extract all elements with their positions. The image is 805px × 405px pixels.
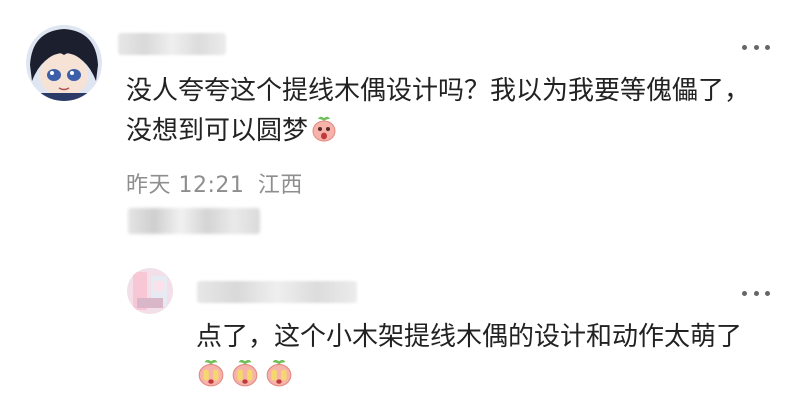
- reply-emoji-row: [196, 358, 294, 388]
- peach-crying-emoji: [232, 359, 258, 387]
- comment-text-line1: 没人夸夸这个提线木偶设计吗？我以为我要等傀儡了，: [126, 76, 751, 106]
- comment-meta: 昨天 12:21 江西: [126, 167, 303, 199]
- peach-surprised-emoji: [312, 116, 336, 142]
- timestamp: 昨天 12:21: [126, 173, 245, 198]
- reply-button-blurred[interactable]: [128, 208, 260, 234]
- reply-avatar[interactable]: [127, 268, 173, 314]
- reply-text: 点了，这个小木架提线木偶的设计和动作太萌了: [196, 322, 743, 352]
- anime-avatar-image: [26, 25, 102, 101]
- peach-crying-emoji: [266, 359, 292, 387]
- location: 江西: [257, 173, 303, 198]
- more-options-icon[interactable]: [742, 42, 770, 52]
- reply-username-blurred[interactable]: [197, 281, 357, 303]
- comment-text-line2: 没想到可以圆梦: [126, 112, 338, 150]
- reply-avatar-image: [127, 268, 173, 314]
- peach-crying-emoji: [198, 359, 224, 387]
- username-blurred[interactable]: [118, 33, 226, 55]
- comment-text-line2-content: 没想到可以圆梦: [126, 116, 309, 146]
- avatar[interactable]: [26, 25, 102, 101]
- reply-more-options-icon[interactable]: [742, 288, 770, 298]
